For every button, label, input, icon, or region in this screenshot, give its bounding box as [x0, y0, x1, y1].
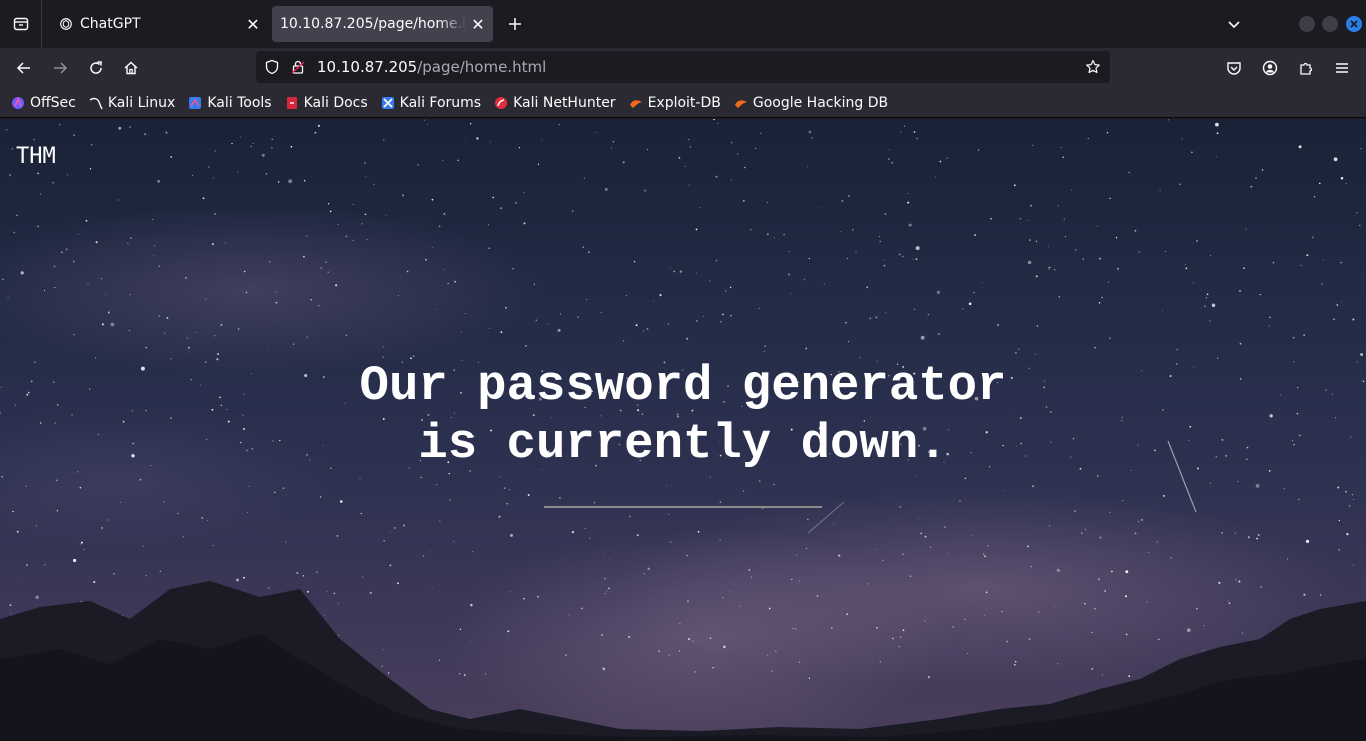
address-bar[interactable]: 10.10.87.205/page/home.html [256, 51, 1110, 83]
account-icon [1262, 60, 1278, 76]
forward-button[interactable] [44, 52, 76, 84]
bookmark-label: Google Hacking DB [752, 94, 889, 111]
bookmark-kali-tools[interactable]: Kali Tools [187, 94, 272, 111]
back-button[interactable] [8, 52, 40, 84]
star-bookmark-icon[interactable] [1085, 59, 1101, 79]
bookmark-label: Kali NetHunter [513, 94, 616, 111]
offsec-icon [10, 95, 26, 111]
bookmark-exploit-db[interactable]: Exploit-DB [628, 95, 721, 111]
kali-nethunter-icon [493, 95, 509, 111]
navigation-toolbar: 10.10.87.205/page/home.html [0, 48, 1366, 88]
reload-button[interactable] [80, 52, 112, 84]
list-all-tabs-button[interactable] [1222, 12, 1246, 36]
close-icon [1350, 20, 1358, 28]
google-hacking-db-icon [733, 95, 749, 111]
headline-line-1: Our password generator [359, 358, 1007, 414]
kali-linux-icon [88, 95, 104, 111]
exploit-db-icon [628, 95, 644, 111]
extensions-button[interactable] [1290, 52, 1322, 84]
page-content: THM Our password generator is currently … [0, 119, 1366, 741]
kali-forums-icon [380, 95, 396, 111]
tab-title: ChatGPT [80, 16, 141, 32]
tab-home-page[interactable]: 10.10.87.205/page/home.html ✕ [272, 6, 493, 42]
reload-icon [90, 61, 102, 74]
close-window-button[interactable] [1346, 16, 1362, 32]
chevron-down-icon [1228, 21, 1240, 29]
pocket-icon [1227, 62, 1241, 75]
arrow-right-icon [54, 62, 68, 74]
maximize-button[interactable] [1322, 16, 1338, 32]
bookmark-label: Kali Tools [207, 94, 272, 111]
close-tab-icon[interactable]: ✕ [467, 13, 489, 35]
bookmark-google-hacking-db[interactable]: Google Hacking DB [733, 95, 888, 111]
puzzle-icon [1300, 62, 1313, 75]
hamburger-menu-icon [1336, 63, 1348, 73]
pocket-button[interactable] [1218, 52, 1250, 84]
bookmark-kali-nethunter[interactable]: Kali NetHunter [493, 94, 616, 111]
tab-chatgpt[interactable]: ChatGPT ✕ [46, 6, 268, 42]
bookmark-kali-linux[interactable]: Kali Linux [88, 95, 175, 111]
home-button[interactable] [115, 52, 147, 84]
bookmark-label: Exploit-DB [647, 94, 721, 111]
site-logo[interactable]: THM [16, 144, 56, 169]
account-button[interactable] [1254, 52, 1286, 84]
menu-button[interactable] [1326, 52, 1358, 84]
tab-title: 10.10.87.205/page/home.html [280, 16, 467, 32]
bookmark-kali-forums[interactable]: Kali Forums [380, 95, 481, 111]
bookmark-kali-docs[interactable]: Kali Docs [284, 95, 368, 111]
page-headline: Our password generator is currently down… [283, 357, 1083, 473]
bookmark-label: Kali Docs [303, 94, 368, 111]
bookmarks-toolbar: OffSec Kali Linux Kali Tools Kali Docs K… [0, 88, 1366, 118]
arrow-left-icon [16, 62, 30, 74]
shield-icon[interactable] [264, 59, 280, 79]
new-tab-button[interactable] [502, 10, 528, 38]
close-tab-icon[interactable]: ✕ [242, 13, 264, 35]
kali-tools-icon [187, 95, 203, 111]
firefox-view-icon [13, 17, 28, 31]
url-text[interactable]: 10.10.87.205/page/home.html [317, 58, 546, 76]
headline-divider [544, 506, 822, 508]
insecure-lock-icon[interactable] [290, 59, 306, 79]
kali-docs-icon [284, 95, 300, 111]
headline-line-2: is currently down. [418, 416, 948, 472]
tab-strip: ChatGPT ✕ 10.10.87.205/page/home.html ✕ [0, 0, 1366, 48]
url-path: /page/home.html [417, 58, 547, 76]
bookmark-label: OffSec [30, 94, 76, 111]
minimize-button[interactable] [1299, 16, 1315, 32]
bookmark-label: Kali Linux [107, 94, 176, 111]
bookmark-label: Kali Forums [399, 94, 482, 111]
home-icon [124, 61, 138, 75]
url-host: 10.10.87.205 [317, 58, 418, 76]
bookmark-offsec[interactable]: OffSec [10, 95, 76, 111]
chatgpt-icon [58, 16, 74, 32]
firefox-view-button[interactable] [0, 0, 42, 48]
plus-icon [509, 18, 521, 30]
